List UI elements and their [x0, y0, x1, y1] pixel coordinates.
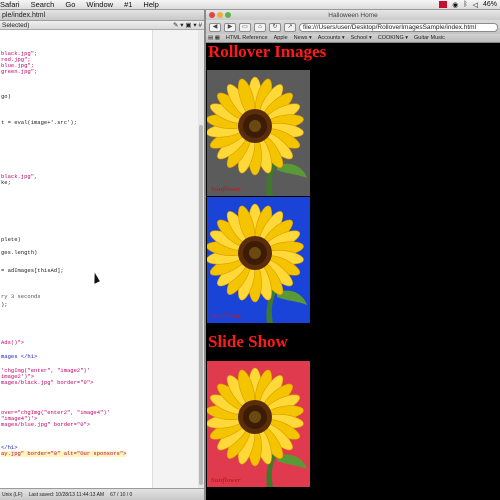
battery-text: 46%: [482, 1, 497, 8]
menu-bar: Safari Search Go Window #1 Help ◉ ᛒ ◁ 46…: [0, 0, 500, 10]
sunflower-picture: [207, 70, 310, 196]
browser-title-bar: Halloween Home: [206, 10, 500, 20]
status-icon[interactable]: ◉: [452, 1, 458, 9]
code-line: mages/black.jpg" border="0">: [1, 379, 94, 386]
menu-safari[interactable]: Safari: [0, 0, 20, 9]
editor-scrollbar[interactable]: [198, 30, 204, 488]
editor-right-margin: [152, 30, 198, 488]
code-line: ry 3 seconds: [1, 293, 41, 300]
code-line: plete): [1, 236, 21, 243]
bookmark-school[interactable]: School ▾: [351, 35, 372, 41]
code-line: t = eval(image+'.src');: [1, 119, 77, 126]
bookmark-guitar-music[interactable]: Guitar Music: [414, 35, 445, 41]
bookmark-cooking[interactable]: COOKING ▾: [378, 35, 408, 41]
browser-toolbar: ◀ ▶ ▭ ⌂ ↻ ↗ file:///Users/user/Desktop/R…: [206, 20, 500, 34]
flower-caption: Sunflower: [211, 477, 241, 484]
rollover-heading: Rollover Images: [208, 42, 327, 61]
reload-icon[interactable]: ↻: [269, 22, 281, 32]
editor-file-path: ple/index.html: [2, 11, 46, 19]
bookmark-html-reference[interactable]: HTML Reference: [226, 35, 268, 41]
menu-go[interactable]: Go: [65, 0, 75, 9]
code-line: go): [1, 93, 11, 100]
volume-icon[interactable]: ◁: [473, 1, 478, 9]
rollover-image-2[interactable]: Sunflower: [207, 197, 310, 323]
code-line: mages </h1>: [1, 353, 38, 360]
sunflower-picture: [207, 197, 310, 323]
menu-help[interactable]: Help: [143, 0, 158, 9]
menu-window[interactable]: Window: [86, 0, 113, 9]
menu-number[interactable]: #1: [124, 0, 132, 9]
sunflower-picture: [207, 361, 310, 487]
reader-icon[interactable]: ▭: [239, 22, 251, 32]
share-icon[interactable]: ↗: [284, 22, 296, 32]
bookmark-news[interactable]: News ▾: [294, 35, 312, 41]
rollover-image-1[interactable]: Sunflower: [207, 70, 310, 196]
scrollbar-thumb[interactable]: [199, 125, 203, 485]
code-line: Ads()">: [1, 339, 25, 346]
editor-tools-icon[interactable]: ✎ ▾ ▣ ▾ #: [173, 21, 202, 29]
code-line: ke;: [1, 179, 11, 186]
browser-window: Halloween Home ◀ ▶ ▭ ⌂ ↻ ↗ file:///Users…: [206, 10, 500, 500]
back-icon[interactable]: ◀: [209, 22, 221, 32]
bookmark-accounts[interactable]: Accounts ▾: [318, 35, 345, 41]
code-line: );: [1, 301, 8, 308]
line-ending[interactable]: Unix (LF): [2, 492, 23, 498]
home-icon[interactable]: ⌂: [254, 22, 266, 32]
editor-nav-bar: Selected) ✎ ▾ ▣ ▾ #: [0, 21, 204, 30]
flower-caption: Sunflower: [211, 313, 241, 320]
code-line: mages/blue.jpg" border="0">: [1, 421, 91, 428]
editor-status-bar: Unix (LF) Last saved: 10/28/13 11:44:13 …: [0, 488, 204, 500]
code-editor-window: ple/index.html Selected) ✎ ▾ ▣ ▾ # black…: [0, 10, 206, 500]
bluetooth-icon[interactable]: ᛒ: [463, 1, 467, 8]
reading-list-icon[interactable]: ▤ ▦: [208, 35, 220, 41]
bookmark-apple[interactable]: Apple: [274, 35, 288, 41]
code-line: ay.jpg" border="0" alt="Our sponsors">: [1, 450, 127, 457]
flower-caption: Sunflower: [211, 186, 241, 193]
code-line: green.jpg";: [1, 68, 38, 75]
menu-extras: ◉ ᛒ ◁ 46%: [439, 1, 500, 9]
address-field[interactable]: file:///Users/user/Desktop/RolloverImage…: [299, 22, 498, 32]
browser-window-title: Halloween Home: [328, 11, 378, 19]
editor-title-bar: ple/index.html: [0, 10, 204, 21]
code-line: = adImages[thisAd];: [1, 267, 64, 274]
code-line: ges.length): [1, 249, 38, 256]
forward-icon[interactable]: ▶: [224, 22, 236, 32]
record-icon[interactable]: [439, 1, 448, 8]
cursor-position: 67 / 10 / 0: [110, 491, 133, 498]
slideshow-heading: Slide Show: [208, 332, 288, 351]
function-popup[interactable]: Selected): [2, 22, 29, 29]
slideshow-image[interactable]: Sunflower: [207, 361, 310, 487]
menu-search[interactable]: Search: [31, 0, 55, 9]
last-saved: Last saved: 10/28/13 11:44:13 AM: [28, 491, 105, 498]
